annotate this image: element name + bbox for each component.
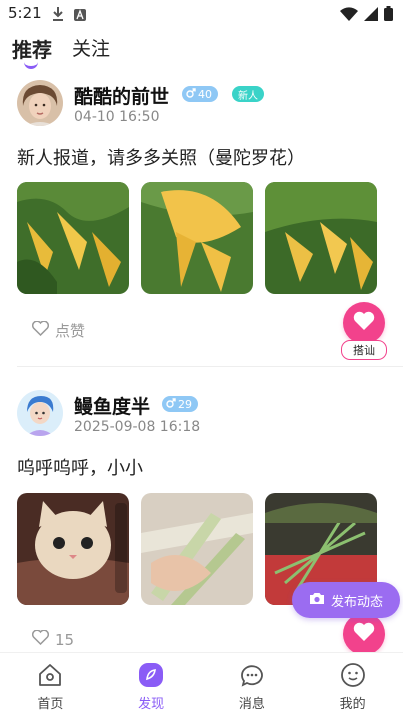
gender-age-badge: 29 (162, 396, 198, 412)
tab-recommend[interactable]: 推荐 (12, 34, 52, 71)
like-button[interactable]: 15 (32, 629, 74, 649)
divider (17, 366, 403, 367)
wifi-icon (340, 6, 358, 25)
active-tab-indicator (24, 62, 38, 69)
notification-a-icon (74, 6, 86, 25)
username[interactable]: 酷酷的前世 (74, 82, 169, 109)
post-photo[interactable] (265, 182, 377, 294)
avatar[interactable] (17, 390, 63, 436)
timestamp: 2025-09-08 16:18 (74, 419, 201, 435)
like-button[interactable]: 点赞 (32, 320, 85, 341)
male-icon (166, 397, 176, 411)
post-text: 新人报道，请多多关照（曼陀罗花） (17, 148, 305, 169)
post-photo[interactable] (141, 493, 253, 605)
post-photo[interactable] (17, 182, 129, 294)
greet-label[interactable]: 搭讪 (341, 340, 387, 360)
male-icon (186, 87, 196, 101)
greet-heart-button[interactable] (343, 302, 385, 344)
message-icon (238, 661, 266, 689)
discover-icon (137, 661, 165, 689)
nav-discover[interactable]: 发现 (101, 653, 202, 719)
avatar[interactable] (17, 80, 63, 126)
profile-icon (339, 661, 367, 689)
new-user-badge: 新人 (232, 86, 264, 102)
status-time: 5:21 (8, 4, 42, 22)
post-text: 呜呼呜呼，小小 (17, 458, 143, 479)
signal-icon (364, 6, 378, 25)
bottom-nav: 首页 发现 消息 我的 (0, 652, 403, 719)
nav-messages[interactable]: 消息 (202, 653, 303, 719)
heart-icon (353, 622, 375, 646)
tab-follow[interactable]: 关注 (72, 34, 110, 71)
feed-tabs: 推荐 关注 (12, 34, 110, 71)
greet-heart-button[interactable] (343, 613, 385, 655)
download-icon (52, 6, 64, 25)
heart-outline-icon (32, 629, 49, 649)
status-bar: 5:21 (0, 0, 403, 28)
battery-icon (384, 6, 393, 25)
username[interactable]: 鳗鱼度半 (74, 392, 150, 419)
nav-home[interactable]: 首页 (0, 653, 101, 719)
timestamp: 04-10 16:50 (74, 109, 160, 125)
post-photo[interactable] (141, 182, 253, 294)
camera-icon (309, 592, 325, 609)
publish-post-button[interactable]: 发布动态 (292, 582, 400, 618)
nav-profile[interactable]: 我的 (302, 653, 403, 719)
gender-age-badge: 40 (182, 86, 218, 102)
heart-icon (353, 311, 375, 335)
home-icon (36, 661, 64, 689)
post-photo[interactable] (17, 493, 129, 605)
heart-outline-icon (32, 320, 49, 340)
